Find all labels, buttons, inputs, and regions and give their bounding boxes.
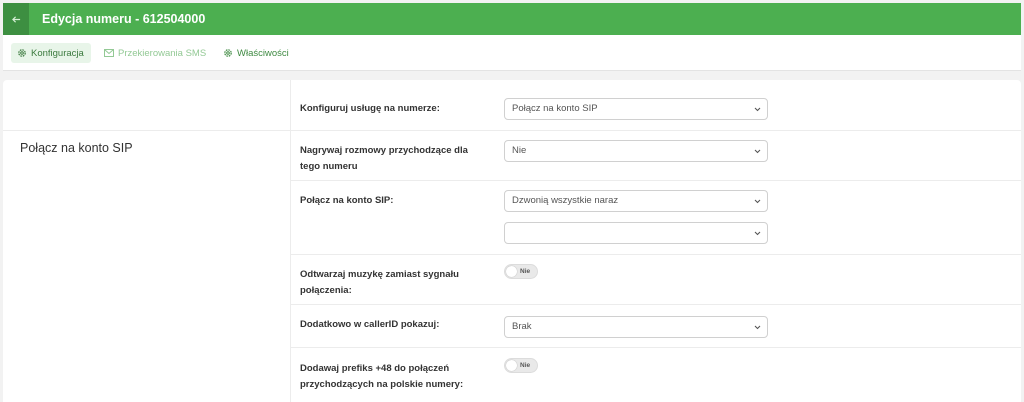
config-panel: Połącz na konto SIP Konfiguruj usługę na… — [3, 80, 1021, 402]
service-select[interactable]: Połącz na konto SIP — [504, 98, 768, 120]
record-select[interactable]: Nie — [504, 140, 768, 162]
tab-label: Przekierowania SMS — [118, 47, 207, 59]
column-divider — [290, 80, 291, 402]
select-value: Nie — [512, 145, 527, 156]
callerid-select[interactable]: Brak — [504, 316, 768, 338]
gear-icon — [18, 49, 26, 57]
select-value: Brak — [512, 321, 532, 332]
tab-przekierowania-sms[interactable]: Przekierowania SMS — [104, 43, 206, 63]
toggle-label: Nie — [520, 362, 531, 369]
page-header: Edycja numeru - 612504000 — [3, 3, 1021, 35]
music-toggle[interactable]: Nie — [504, 264, 538, 279]
sip-account-select[interactable] — [504, 222, 768, 244]
select-value: Dzwonią wszystkie naraz — [512, 195, 619, 206]
tab-konfiguracja[interactable]: Konfiguracja — [11, 43, 91, 63]
gear-icon — [224, 49, 232, 57]
envelope-icon — [104, 49, 114, 57]
divider — [290, 304, 1021, 305]
toggle-knob — [506, 266, 517, 277]
sip-label: Połącz na konto SIP: — [300, 195, 394, 206]
page-title: Edycja numeru - 612504000 — [42, 12, 206, 26]
divider — [3, 130, 290, 131]
section-title: Połącz na konto SIP — [20, 141, 133, 155]
toggle-knob — [506, 360, 517, 371]
tab-label: Konfiguracja — [31, 47, 84, 59]
arrow-left-icon — [11, 15, 20, 23]
sip-mode-select[interactable]: Dzwonią wszystkie naraz — [504, 190, 768, 212]
service-label: Konfiguruj usługę na numerze: — [300, 103, 440, 114]
prefix-toggle[interactable]: Nie — [504, 358, 538, 373]
divider — [290, 254, 1021, 255]
select-value: Połącz na konto SIP — [512, 103, 598, 114]
callerid-label: Dodatkowo w callerID pokazuj: — [300, 319, 440, 330]
chevron-down-icon — [754, 149, 761, 153]
tab-bar: Konfiguracja Przekierowania SMS Właściwo… — [3, 35, 1021, 71]
divider — [290, 180, 1021, 181]
chevron-down-icon — [754, 199, 761, 203]
record-label: Nagrywaj rozmowy przychodzące dla tego n… — [300, 145, 468, 172]
back-button[interactable] — [3, 3, 29, 35]
tab-label: Właściwości — [237, 47, 289, 59]
chevron-down-icon — [754, 107, 761, 111]
tab-wlasciwosci[interactable]: Właściwości — [223, 43, 289, 63]
chevron-down-icon — [754, 325, 761, 329]
divider — [290, 130, 1021, 131]
divider — [290, 347, 1021, 348]
music-label: Odtwarzaj muzykę zamiast sygnału połącze… — [300, 269, 459, 296]
toggle-label: Nie — [520, 268, 531, 275]
prefix-label: Dodawaj prefiks +48 do połączeń przychod… — [300, 363, 464, 390]
chevron-down-icon — [754, 231, 761, 235]
